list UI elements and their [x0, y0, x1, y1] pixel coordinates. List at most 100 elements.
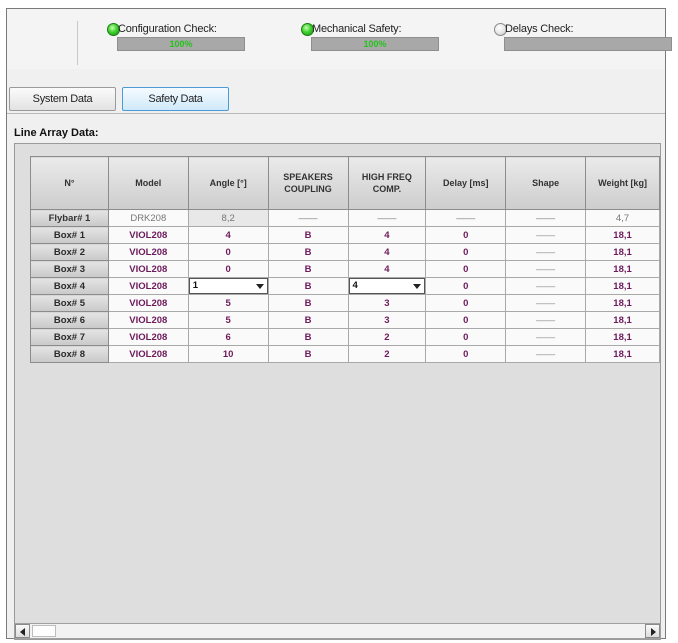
coupling-cell[interactable]: B — [267, 328, 349, 346]
section-title: Line Array Data: — [14, 127, 99, 139]
shape-cell: —— — [505, 243, 587, 261]
tab-bar: System Data Safety Data — [7, 83, 665, 114]
column-header-shape[interactable]: Shape — [505, 156, 587, 210]
weight-cell: 18,1 — [585, 277, 660, 295]
angle-cell[interactable]: 0 — [187, 243, 269, 261]
shape-cell: —— — [505, 294, 587, 312]
table-header-row: N° Model Angle [°] SPEAKERS COUPLING HIG… — [30, 156, 660, 210]
angle-cell[interactable]: 0 — [187, 260, 269, 278]
column-header-angle[interactable]: Angle [°] — [187, 156, 269, 210]
weight-cell: 4,7 — [585, 209, 660, 227]
angle-dropdown-value: 1 — [192, 280, 199, 291]
angle-cell[interactable]: 5 — [187, 311, 269, 329]
row-header[interactable]: Flybar# 1 — [30, 209, 109, 227]
mechanical-safety-percent: 100% — [363, 39, 387, 49]
scroll-right-button[interactable] — [645, 624, 660, 638]
delay-cell[interactable]: 0 — [425, 243, 507, 261]
delays-check-label: Delays Check: — [505, 23, 574, 35]
delay-cell[interactable]: 0 — [425, 260, 507, 278]
model-cell[interactable]: DRK208 — [107, 209, 189, 227]
configuration-check-label: Configuration Check: — [118, 23, 217, 35]
hf-comp-cell[interactable]: 3 — [347, 311, 427, 329]
hf-comp-dropdown[interactable]: 4 — [348, 278, 426, 294]
hf-comp-cell[interactable]: 2 — [347, 328, 427, 346]
coupling-cell[interactable]: B — [267, 294, 349, 312]
column-header-high-freq-comp[interactable]: HIGH FREQ COMP. — [347, 156, 427, 210]
column-header-speakers-coupling[interactable]: SPEAKERS COUPLING — [267, 156, 349, 210]
row-header[interactable]: Box# 1 — [30, 226, 109, 244]
delay-cell[interactable]: 0 — [425, 277, 507, 295]
hf-comp-cell[interactable]: 3 — [347, 294, 427, 312]
coupling-cell[interactable]: B — [267, 345, 349, 363]
hf-comp-cell[interactable]: 4 — [347, 243, 427, 261]
mechanical-safety-label: Mechanical Safety: — [312, 23, 402, 35]
model-cell[interactable]: VIOL208 — [107, 294, 189, 312]
status-divider — [77, 21, 104, 65]
row-header[interactable]: Box# 3 — [30, 260, 109, 278]
line-array-table: N° Model Angle [°] SPEAKERS COUPLING HIG… — [30, 156, 660, 363]
hf-comp-cell[interactable]: 2 — [347, 345, 427, 363]
delay-cell[interactable]: 0 — [425, 345, 507, 363]
angle-cell[interactable]: 10 — [187, 345, 269, 363]
model-cell[interactable]: VIOL208 — [107, 243, 189, 261]
configuration-check-progress: 100% — [117, 37, 245, 51]
table-row: Box# 2 VIOL208 0 B 4 0 —— 18,1 — [30, 243, 660, 261]
delay-cell[interactable]: 0 — [425, 226, 507, 244]
column-header-weight[interactable]: Weight [kg] — [585, 156, 660, 210]
row-header[interactable]: Box# 2 — [30, 243, 109, 261]
coupling-cell[interactable]: B — [267, 260, 349, 278]
row-header[interactable]: Box# 4 — [30, 277, 109, 295]
model-cell[interactable]: VIOL208 — [107, 345, 189, 363]
angle-cell[interactable]: 6 — [187, 328, 269, 346]
delay-cell[interactable]: 0 — [425, 294, 507, 312]
delay-cell[interactable]: 0 — [425, 311, 507, 329]
tab-safety-data[interactable]: Safety Data — [122, 87, 229, 111]
row-header[interactable]: Box# 7 — [30, 328, 109, 346]
weight-cell: 18,1 — [585, 226, 660, 244]
coupling-cell[interactable]: B — [267, 226, 349, 244]
row-header[interactable]: Box# 8 — [30, 345, 109, 363]
shape-cell: —— — [505, 209, 587, 227]
model-cell[interactable]: VIOL208 — [107, 226, 189, 244]
column-header-delay[interactable]: Delay [ms] — [425, 156, 507, 210]
delay-cell[interactable]: 0 — [425, 328, 507, 346]
shape-cell: —— — [505, 345, 587, 363]
coupling-cell[interactable]: B — [267, 311, 349, 329]
hf-comp-cell[interactable]: 4 — [347, 226, 427, 244]
hf-comp-cell: —— — [347, 209, 427, 227]
angle-dropdown[interactable]: 1 — [188, 278, 268, 294]
hf-comp-cell[interactable]: 4 — [347, 260, 427, 278]
coupling-cell: —— — [267, 209, 349, 227]
model-cell[interactable]: VIOL208 — [107, 260, 189, 278]
status-panel: Configuration Check: 100% Mechanical Saf… — [7, 9, 672, 69]
model-cell[interactable]: VIOL208 — [107, 277, 189, 295]
table-row: Box# 8 VIOL208 10 B 2 0 —— 18,1 — [30, 345, 660, 363]
scroll-thumb[interactable] — [32, 625, 56, 637]
model-cell[interactable]: VIOL208 — [107, 328, 189, 346]
weight-cell: 18,1 — [585, 260, 660, 278]
angle-cell[interactable]: 8,2 — [187, 209, 269, 227]
model-cell[interactable]: VIOL208 — [107, 311, 189, 329]
row-header[interactable]: Box# 5 — [30, 294, 109, 312]
table-row: Flybar# 1 DRK208 8,2 —— —— —— —— 4,7 — [30, 209, 660, 227]
row-header[interactable]: Box# 6 — [30, 311, 109, 329]
hf-comp-dropdown-value: 4 — [352, 280, 358, 291]
tab-system-data[interactable]: System Data — [9, 87, 116, 111]
mechanical-safety-progress: 100% — [311, 37, 439, 51]
coupling-cell[interactable]: B — [267, 243, 349, 261]
app-window: Configuration Check: 100% Mechanical Saf… — [6, 8, 672, 640]
chevron-down-icon[interactable] — [413, 284, 422, 289]
delays-check-progress — [504, 37, 672, 51]
column-header-number[interactable]: N° — [30, 156, 109, 210]
angle-cell[interactable]: 4 — [187, 226, 269, 244]
column-header-model[interactable]: Model — [107, 156, 189, 210]
coupling-cell[interactable]: B — [267, 277, 349, 295]
horizontal-scrollbar[interactable] — [14, 623, 661, 639]
weight-cell: 18,1 — [585, 243, 660, 261]
angle-cell[interactable]: 5 — [187, 294, 269, 312]
table-row: Box# 6 VIOL208 5 B 3 0 —— 18,1 — [30, 311, 660, 329]
scroll-left-button[interactable] — [15, 624, 30, 638]
chevron-down-icon[interactable] — [255, 284, 264, 289]
table-row: Box# 5 VIOL208 5 B 3 0 —— 18,1 — [30, 294, 660, 312]
angle-cell: 1 — [187, 277, 269, 295]
